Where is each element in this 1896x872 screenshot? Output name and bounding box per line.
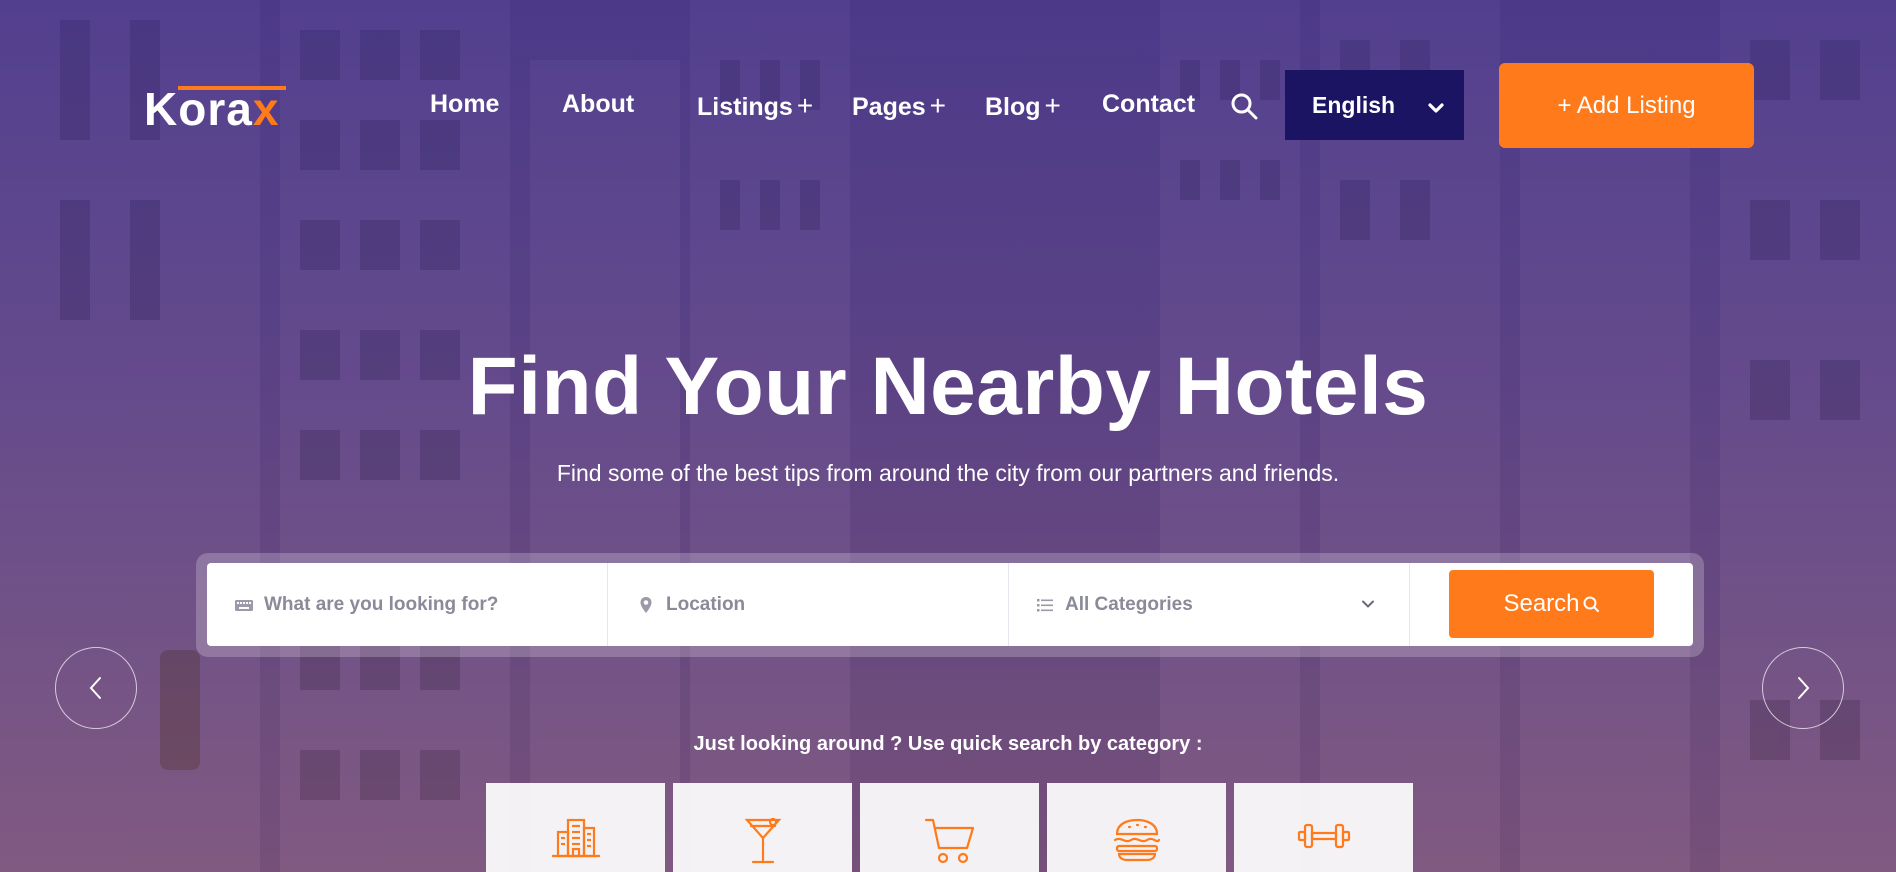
field-divider xyxy=(1409,563,1410,646)
plus-icon: + xyxy=(796,90,814,121)
nav-item-blog[interactable]: Blog + xyxy=(985,90,1061,122)
category-tile-hotels[interactable] xyxy=(486,783,665,872)
slider-prev-button[interactable] xyxy=(55,647,137,729)
language-selector[interactable]: English xyxy=(1285,70,1464,140)
list-icon xyxy=(1035,595,1055,615)
location-field[interactable]: Location xyxy=(636,563,996,646)
field-divider xyxy=(1008,563,1009,646)
chevron-down-icon xyxy=(1360,596,1376,618)
chevron-right-icon xyxy=(1792,675,1814,701)
burger-icon xyxy=(1111,816,1163,867)
quick-search-label: Just looking around ? Use quick search b… xyxy=(693,733,1203,755)
slider-next-button[interactable] xyxy=(1762,647,1844,729)
nav-item-pages[interactable]: Pages + xyxy=(852,90,946,122)
nav-label: Contact xyxy=(1102,90,1196,118)
shopping-cart-icon xyxy=(923,816,977,871)
chevron-down-icon xyxy=(1427,96,1445,114)
logo-accent-letter: x xyxy=(252,83,280,135)
hero-subtitle: Find some of the best tips from around t… xyxy=(556,460,1340,486)
chevron-left-icon xyxy=(85,675,107,701)
hero-title: Find Your Nearby Hotels xyxy=(467,341,1429,432)
nav-label: Listings xyxy=(697,93,793,121)
category-select[interactable]: All Categories xyxy=(1035,563,1375,646)
location-placeholder: Location xyxy=(666,593,746,615)
language-label: English xyxy=(1312,91,1396,118)
map-pin-icon xyxy=(636,595,656,615)
keyword-search-field[interactable]: What are you looking for? xyxy=(234,563,594,646)
dumbbell-icon xyxy=(1297,816,1351,861)
category-tile-nightlife[interactable] xyxy=(673,783,852,872)
nav-item-contact[interactable]: Contact xyxy=(1102,90,1195,119)
logo[interactable]: Korax xyxy=(144,82,279,136)
cocktail-icon xyxy=(737,816,789,871)
keyword-placeholder: What are you looking for? xyxy=(264,593,499,615)
category-selected: All Categories xyxy=(1065,593,1193,615)
plus-icon: + xyxy=(929,90,947,121)
nav-item-home[interactable]: Home xyxy=(430,90,499,119)
nav-item-about[interactable]: About xyxy=(562,90,634,119)
search-icon xyxy=(1582,595,1600,613)
building-icon xyxy=(550,816,602,867)
nav-label: About xyxy=(562,90,635,118)
nav-item-listings[interactable]: Listings + xyxy=(697,90,813,122)
nav-label: Pages xyxy=(852,93,926,121)
nav-label: Blog xyxy=(985,93,1041,121)
category-tile-shopping[interactable] xyxy=(860,783,1039,872)
plus-icon: + xyxy=(1044,90,1061,121)
category-tile-food[interactable] xyxy=(1047,783,1226,872)
search-icon[interactable] xyxy=(1230,92,1258,120)
add-listing-button[interactable]: + Add Listing xyxy=(1499,63,1754,148)
field-divider xyxy=(607,563,608,646)
logo-text: Kora xyxy=(144,83,253,135)
search-button-label: Search xyxy=(1503,590,1580,617)
nav-label: Home xyxy=(430,90,500,118)
category-tile-fitness[interactable] xyxy=(1234,783,1413,872)
keyboard-icon xyxy=(234,595,254,615)
search-button[interactable]: Search xyxy=(1449,570,1654,638)
